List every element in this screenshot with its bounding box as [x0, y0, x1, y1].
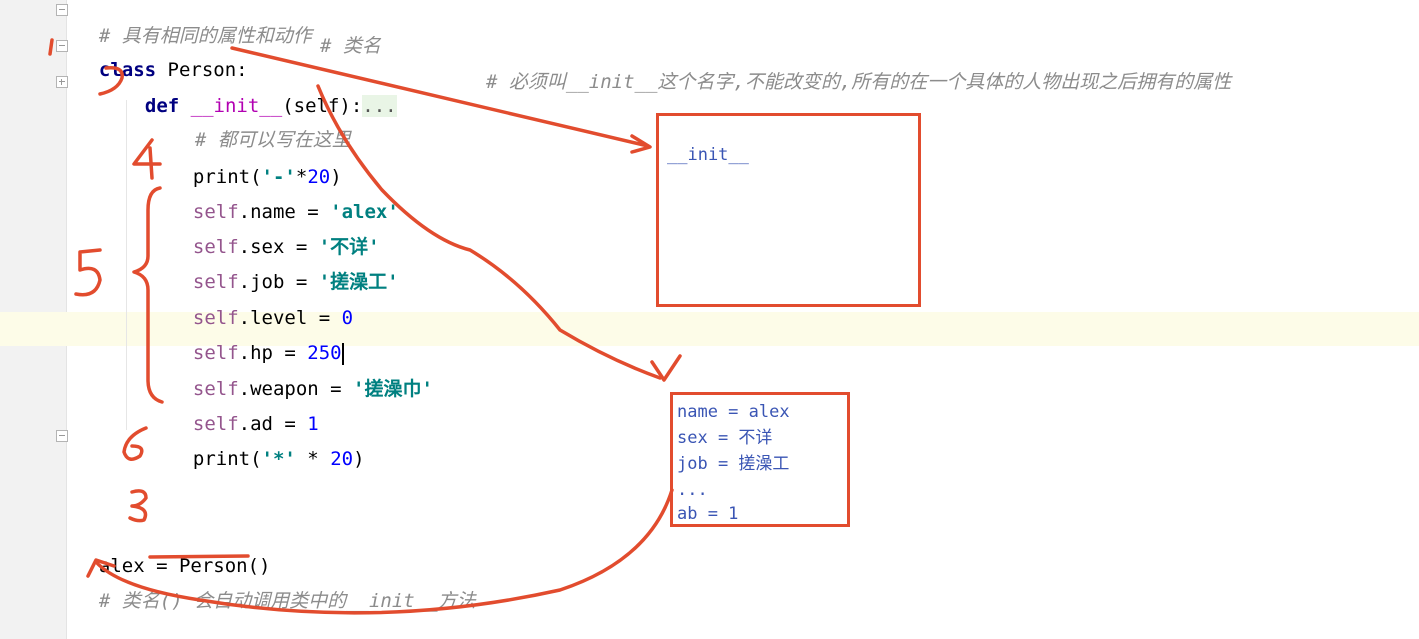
comment: # 类名 [320, 35, 381, 57]
fold-collapse-icon[interactable] [56, 40, 68, 52]
arrowhead-2 [650, 354, 682, 382]
obj-line: sex = 不详 [677, 428, 773, 448]
print-call: print( [192, 448, 262, 470]
comment: # 类名() 会自动调用类中的__init__方法 [98, 590, 476, 612]
number-literal: 20 [330, 448, 354, 470]
object-annotation-box: name = alex sex = 不详 job = 搓澡工 ... ab = … [670, 392, 850, 527]
code-line[interactable]: print('*' * 20) [170, 423, 365, 471]
string-literal: '*' [261, 448, 296, 470]
attribute-brace [132, 186, 164, 404]
comment: # 必须叫__init__这个名字,不能改变的,所有的在一个具体的人物出现之后拥… [486, 71, 1232, 93]
step-4-mark [132, 138, 162, 180]
paren: ) [353, 448, 365, 470]
step-6-mark [122, 426, 148, 461]
step-3-mark [128, 489, 148, 523]
arrowhead-1 [630, 134, 652, 154]
obj-line: ... [677, 480, 708, 500]
obj-line: ab = 1 [677, 504, 739, 524]
obj-line: name = alex [677, 402, 790, 422]
init-annotation-box: __init__ [656, 113, 921, 307]
init-box-label: __init__ [667, 145, 749, 165]
step-5-mark [74, 248, 102, 297]
string-literal: '搓澡巾' [353, 378, 433, 400]
code-line[interactable]: # 类名() 会自动调用类中的__init__方法 [76, 565, 476, 613]
fold-collapse-icon[interactable] [56, 430, 68, 442]
fold-collapse-icon[interactable] [56, 4, 68, 16]
collapsed-block[interactable]: ... [362, 95, 397, 117]
operator: * [295, 448, 331, 470]
obj-line: job = 搓澡工 [677, 454, 790, 474]
indent-guide [126, 100, 127, 430]
fold-expand-icon[interactable] [56, 76, 68, 88]
